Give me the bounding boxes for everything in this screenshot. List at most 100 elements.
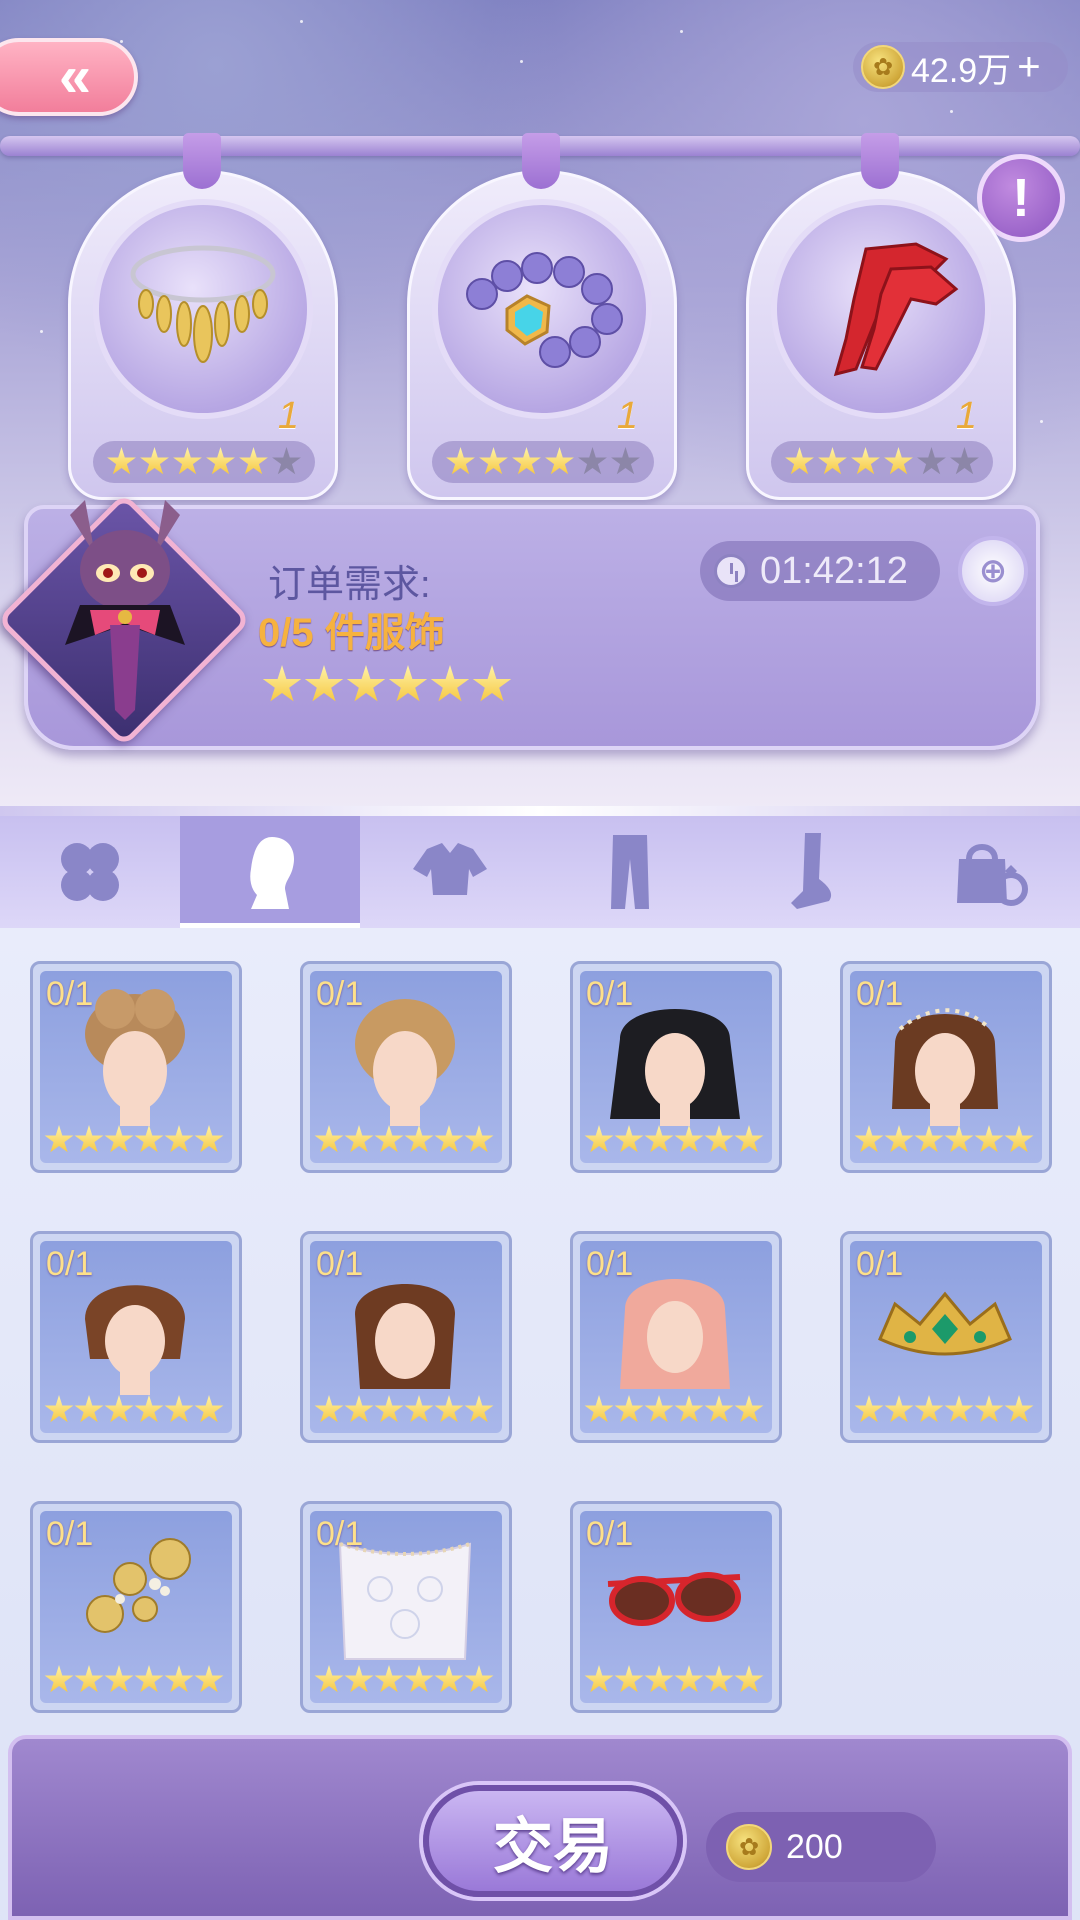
item-card[interactable]: 0/1 — [300, 1501, 512, 1713]
item-disc — [432, 199, 652, 419]
top-icon — [413, 843, 487, 895]
star-icon — [644, 1665, 674, 1693]
item-progress: 0/1 — [46, 1515, 94, 1553]
star-icon — [884, 1125, 914, 1153]
item-progress: 0/1 — [586, 975, 634, 1013]
star-rating — [584, 1125, 764, 1155]
star-icon — [464, 1395, 494, 1423]
star-icon — [644, 1125, 674, 1153]
tab-shoes[interactable] — [720, 816, 900, 928]
star-icon — [206, 447, 235, 475]
star-empty-icon — [272, 447, 301, 475]
tab-accessories[interactable] — [900, 816, 1080, 928]
star-icon — [134, 1395, 164, 1423]
star-icon — [374, 1395, 404, 1423]
star-icon — [344, 1395, 374, 1423]
star-icon — [44, 1395, 74, 1423]
star-icon — [584, 1125, 614, 1153]
double-chevron-left-icon: « — [58, 44, 91, 109]
exclamation-icon: ! — [1012, 168, 1030, 228]
star-icon — [614, 1665, 644, 1693]
tab-all[interactable] — [0, 816, 180, 928]
star-icon — [140, 447, 169, 475]
item-card[interactable]: 0/1 — [570, 961, 782, 1173]
star-icon — [479, 447, 508, 475]
star-icon — [704, 1665, 734, 1693]
item-card[interactable]: 0/1 — [30, 1231, 242, 1443]
star-icon — [194, 1125, 224, 1153]
item-card[interactable]: 0/1 — [30, 1501, 242, 1713]
item-card[interactable]: 0/1 — [840, 1231, 1052, 1443]
star-icon — [974, 1395, 1004, 1423]
item-progress: 0/1 — [316, 1245, 364, 1283]
red-gloves-icon — [833, 242, 959, 377]
star-icon — [239, 447, 268, 475]
star-empty-icon — [578, 447, 607, 475]
star-rating — [854, 1395, 1034, 1425]
trade-button[interactable]: 交易 — [423, 1785, 683, 1897]
star-icon — [374, 1665, 404, 1693]
star-icon — [614, 1395, 644, 1423]
star-icon — [304, 665, 344, 702]
item-disc — [93, 199, 313, 419]
star-empty-icon — [611, 447, 640, 475]
star-icon — [430, 665, 470, 702]
add-coins-icon[interactable]: + — [1017, 47, 1040, 87]
star-icon — [464, 1125, 494, 1153]
star-icon — [674, 1125, 704, 1153]
necklace-icon — [130, 245, 276, 363]
star-icon — [314, 1395, 344, 1423]
bat-customer-icon — [65, 500, 185, 720]
star-empty-icon — [917, 447, 946, 475]
category-tabs — [0, 816, 1080, 928]
star-icon — [346, 665, 386, 702]
star-icon — [914, 1395, 944, 1423]
item-card[interactable]: 0/1 — [300, 961, 512, 1173]
star-icon — [446, 447, 475, 475]
star-rating — [44, 1395, 224, 1425]
requested-item-bracelet[interactable]: 1 — [407, 133, 677, 500]
star-icon — [734, 1665, 764, 1693]
foot-icon — [791, 833, 832, 909]
star-icon — [464, 1665, 494, 1693]
star-icon — [44, 1665, 74, 1693]
back-button[interactable]: « — [0, 38, 138, 116]
star-icon — [434, 1395, 464, 1423]
order-star-rating — [262, 665, 512, 705]
star-icon — [545, 447, 574, 475]
item-card[interactable]: 0/1 — [570, 1501, 782, 1713]
item-card[interactable]: 0/1 — [570, 1231, 782, 1443]
speed-up-button[interactable]: ⊕ — [958, 536, 1028, 606]
requested-item-necklace[interactable]: 1 — [68, 133, 338, 500]
coin-balance[interactable]: ✿ 42.9万 + — [853, 42, 1068, 92]
tab-hair[interactable] — [180, 816, 360, 928]
item-card[interactable]: 0/1 — [30, 961, 242, 1173]
clover-icon — [61, 843, 119, 901]
star-rating — [314, 1125, 494, 1155]
sparkle — [1040, 420, 1043, 423]
sparkle — [120, 40, 123, 43]
tab-tops[interactable] — [360, 816, 540, 928]
star-rating — [44, 1125, 224, 1155]
tag-hook — [861, 133, 899, 189]
star-icon — [164, 1125, 194, 1153]
star-icon — [512, 447, 541, 475]
star-icon — [944, 1395, 974, 1423]
tab-bottoms[interactable] — [540, 816, 720, 928]
item-quantity: 1 — [277, 395, 299, 437]
star-icon — [674, 1395, 704, 1423]
star-rating — [584, 1665, 764, 1695]
requested-item-gloves[interactable]: 1 — [746, 133, 1016, 500]
pants-icon — [611, 835, 649, 909]
clock-plus-icon: ⊕ — [978, 552, 1008, 590]
star-rating — [584, 1395, 764, 1425]
order-timer: 01:42:12 — [700, 541, 940, 601]
trade-price: ✿ 200 — [706, 1812, 936, 1882]
coin-amount: 42.9万 — [911, 51, 1012, 90]
star-icon — [44, 1125, 74, 1153]
item-card[interactable]: 0/1 — [300, 1231, 512, 1443]
star-icon — [344, 1125, 374, 1153]
tag-hook — [183, 133, 221, 189]
item-card[interactable]: 0/1 — [840, 961, 1052, 1173]
item-progress: 0/1 — [586, 1245, 634, 1283]
